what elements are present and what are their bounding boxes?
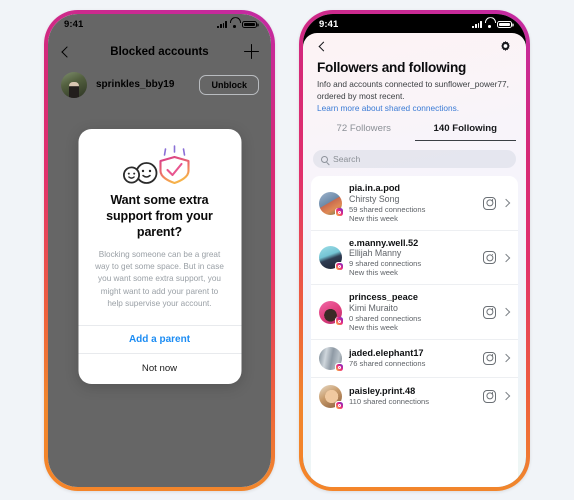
wifi-icon [485,21,494,29]
account-name: Kimi Muraito [349,302,398,313]
right-phone-frame: 9:41 Followers and following Info and ac… [299,9,530,491]
cellular-signal-icon [472,21,482,29]
sheet-header: Followers and following Info and account… [303,59,526,115]
new-this-week-label: New this week [349,268,398,278]
account-handle: jaded.elephant17 [349,348,424,359]
shared-connections: 59 shared connections [349,204,426,214]
avatar [319,191,344,217]
page-title: Blocked accounts [110,45,209,58]
battery-icon [497,20,512,29]
parental-support-modal: Want some extra support from your parent… [78,128,241,384]
avatar [319,384,344,410]
instagram-badge-icon [335,400,344,410]
page-title: Followers and following [317,59,467,75]
search-placeholder: Search [333,154,361,165]
search-input[interactable]: Search [313,150,516,169]
cellular-signal-icon [217,21,227,29]
list-item[interactable]: jaded.elephant17 76 shared connections [311,340,518,378]
two-faces-and-shield-check-icon [92,144,227,185]
left-phone-screen: 9:41 Blocked accounts sprinkles_bby19 Un… [48,13,271,487]
account-name: Ellijah Manny [349,248,402,259]
list-item[interactable]: e.manny.well.52 Ellijah Manny 9 shared c… [311,231,518,286]
shared-connections: 0 shared connections [349,313,422,323]
shared-connections: 110 shared connections [349,397,430,407]
learn-more-link[interactable]: Learn more about shared connections. [317,102,512,114]
phone-showcase: 9:41 Blocked accounts sprinkles_bby19 Un… [0,0,574,500]
modal-title: Want some extra support from your parent… [106,192,213,239]
chevron-right-icon[interactable] [501,392,511,401]
account-handle: pia.in.a.pod [349,183,401,194]
unblock-button[interactable]: Unblock [199,74,259,95]
shared-connections: 9 shared connections [349,259,422,269]
followers-sheet: Followers and following Info and account… [303,32,526,487]
add-a-parent-button[interactable]: Add a parent [78,324,241,353]
account-handle: e.manny.well.52 [349,237,419,248]
not-now-button[interactable]: Not now [78,352,241,384]
accounts-list: pia.in.a.pod Chirsty Song 59 shared conn… [311,176,518,487]
header-subtitle: Info and accounts connected to sunflower… [317,78,509,101]
account-handle: paisley.print.48 [349,386,416,397]
instagram-icon[interactable] [483,251,496,265]
blocked-account-row[interactable]: sprinkles_bby19 Unblock [48,68,271,108]
avatar [319,246,344,272]
left-nav-bar: Blocked accounts [48,36,271,68]
wifi-icon [230,21,239,29]
battery-icon [242,20,257,29]
gear-icon[interactable] [499,40,512,53]
instagram-badge-icon [335,316,344,326]
instagram-icon[interactable] [483,196,496,210]
right-nav-bar [303,33,526,59]
chevron-right-icon[interactable] [501,198,511,208]
avatar [319,346,344,372]
instagram-badge-icon [335,207,344,217]
status-time: 9:41 [64,19,84,30]
list-item[interactable]: pia.in.a.pod Chirsty Song 59 shared conn… [311,176,518,231]
new-this-week-label: New this week [349,322,398,332]
tab-followers[interactable]: 72 Followers [313,123,415,141]
search-icon [321,155,328,163]
right-phone-screen: 9:41 Followers and following Info and ac… [303,13,526,487]
left-phone-frame: 9:41 Blocked accounts sprinkles_bby19 Un… [44,9,275,491]
instagram-icon[interactable] [483,389,496,403]
avatar [319,300,344,326]
chevron-left-icon[interactable] [61,45,73,58]
chevron-right-icon[interactable] [501,253,511,262]
tab-following[interactable]: 140 Following [414,123,516,142]
followers-following-tabs: 72 Followers 140 Following [303,123,526,142]
left-status-bar: 9:41 [48,14,271,36]
list-item[interactable]: paisley.print.48 110 shared connections [311,378,518,415]
instagram-icon[interactable] [483,351,496,365]
list-item[interactable]: princess_peace Kimi Muraito 0 shared con… [311,285,518,340]
instagram-badge-icon [335,362,344,372]
avatar [61,71,87,98]
instagram-icon[interactable] [483,305,496,319]
chevron-left-icon[interactable] [318,41,329,52]
chevron-right-icon[interactable] [501,307,511,317]
blocked-account-username: sprinkles_bby19 [96,79,175,90]
modal-body-text: Blocking someone can be a great way to g… [95,249,224,309]
shared-connections: 76 shared connections [349,359,426,369]
account-handle: princess_peace [349,292,418,303]
account-name: Chirsty Song [349,193,400,204]
instagram-badge-icon [335,262,344,272]
chevron-right-icon[interactable] [501,354,511,363]
new-this-week-label: New this week [349,213,398,223]
plus-icon[interactable] [244,44,259,59]
status-time: 9:41 [319,19,339,30]
